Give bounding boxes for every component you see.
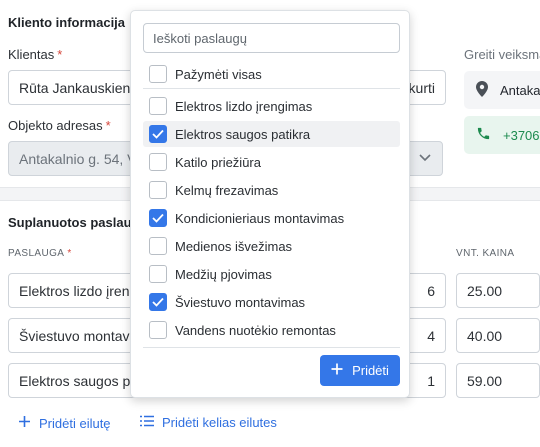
column-price-header: VNT. KAINA <box>456 248 515 259</box>
checkbox[interactable] <box>149 237 167 255</box>
service-search-input[interactable] <box>143 23 400 53</box>
checkbox-checked[interactable] <box>149 209 167 227</box>
service-option[interactable]: Kelmų frezavimas <box>143 177 400 203</box>
service-option-label: Elektros lizdo įrengimas <box>175 98 313 114</box>
price-input[interactable]: 25.00 <box>456 273 540 308</box>
service-option-label: Vandens nuotėkio remontas <box>175 322 336 338</box>
column-service-text: PASLAUGA <box>8 248 65 259</box>
dropdown-divider <box>143 347 400 348</box>
required-mark: * <box>105 118 111 133</box>
client-label-text: Klientas <box>8 47 55 62</box>
checkbox-checked[interactable] <box>149 293 167 311</box>
quick-phone-card[interactable]: +37061234567 <box>464 116 540 154</box>
client-section-title: Kliento informacija <box>8 15 126 30</box>
checkbox[interactable] <box>149 321 167 339</box>
address-label-text: Objekto adresas <box>8 118 103 133</box>
service-option-label: Kelmų frezavimas <box>175 182 279 198</box>
checkbox[interactable] <box>149 265 167 283</box>
service-option[interactable]: Katilo priežiūra <box>143 149 400 175</box>
quick-actions-title: Greiti veiksmai <box>464 47 540 62</box>
add-services-label: Pridėti <box>352 363 389 378</box>
dropdown-divider <box>143 88 400 89</box>
checkbox[interactable] <box>149 97 167 115</box>
price-input[interactable]: 40.00 <box>456 318 540 353</box>
service-option-label: Katilo priežiūra <box>175 154 261 170</box>
column-service-header: PASLAUGA * <box>8 248 72 259</box>
service-option-label: Elektros saugos patikra <box>175 126 311 142</box>
service-option-label: Šviestuvo montavimas <box>175 294 306 310</box>
checkbox[interactable] <box>149 65 167 83</box>
service-option[interactable]: Medžių pjovimas <box>143 261 400 287</box>
price-input[interactable]: 59.00 <box>456 363 540 398</box>
quick-address-card[interactable]: Antakalnio g. 54 <box>464 71 540 109</box>
map-pin-icon <box>476 80 488 100</box>
price-value: 59.00 <box>467 372 503 389</box>
service-option[interactable]: Šviestuvo montavimas <box>143 289 400 315</box>
service-option[interactable]: Medienos išvežimas <box>143 233 400 259</box>
chevron-down-icon <box>418 150 432 167</box>
quantity-value: 4 <box>427 327 435 344</box>
checkbox[interactable] <box>149 153 167 171</box>
quick-phone-text: +37061234567 <box>503 127 540 143</box>
quantity-value: 6 <box>427 282 435 299</box>
add-multiple-rows-link[interactable]: Pridėti kelias eilutes <box>140 415 277 430</box>
service-option[interactable]: Elektros lizdo įrengimas <box>143 93 400 119</box>
checkbox-checked[interactable] <box>149 125 167 143</box>
price-value: 40.00 <box>467 327 503 344</box>
checkbox[interactable] <box>149 181 167 199</box>
plus-icon <box>331 363 343 378</box>
service-option[interactable]: Kondicionieriaus montavimas <box>143 205 400 231</box>
add-row-text: Pridėti eilutę <box>39 415 111 431</box>
address-label: Objekto adresas * <box>8 118 111 133</box>
service-option-label: Kondicionieriaus montavimas <box>175 210 345 226</box>
service-option[interactable]: Vandens nuotėkio remontas <box>143 317 400 343</box>
quantity-value: 1 <box>427 372 435 389</box>
client-label: Klientas * <box>8 47 62 62</box>
list-icon <box>140 415 154 430</box>
service-option[interactable]: Elektros saugos patikra <box>143 121 400 147</box>
price-value: 25.00 <box>467 282 503 299</box>
quick-address-text: Antakalnio g. 54 <box>500 82 540 98</box>
required-mark: * <box>57 47 63 62</box>
required-mark: * <box>67 248 72 259</box>
select-all-option[interactable]: Pažymėti visas <box>143 61 400 87</box>
plus-icon <box>18 415 31 431</box>
add-row-link[interactable]: Pridėti eilutę <box>18 415 111 431</box>
add-services-button[interactable]: Pridėti <box>320 355 400 386</box>
select-all-label: Pažymėti visas <box>175 66 262 82</box>
phone-icon <box>476 126 491 144</box>
add-multiple-rows-text: Pridėti kelias eilutes <box>162 415 277 430</box>
service-option-label: Medienos išvežimas <box>175 238 293 254</box>
service-picker-dropdown: Pažymėti visas Elektros lizdo įrengimas E… <box>130 10 410 398</box>
service-option-label: Medžių pjovimas <box>175 266 272 282</box>
client-value: Rūta Jankauskienė <box>19 79 139 96</box>
